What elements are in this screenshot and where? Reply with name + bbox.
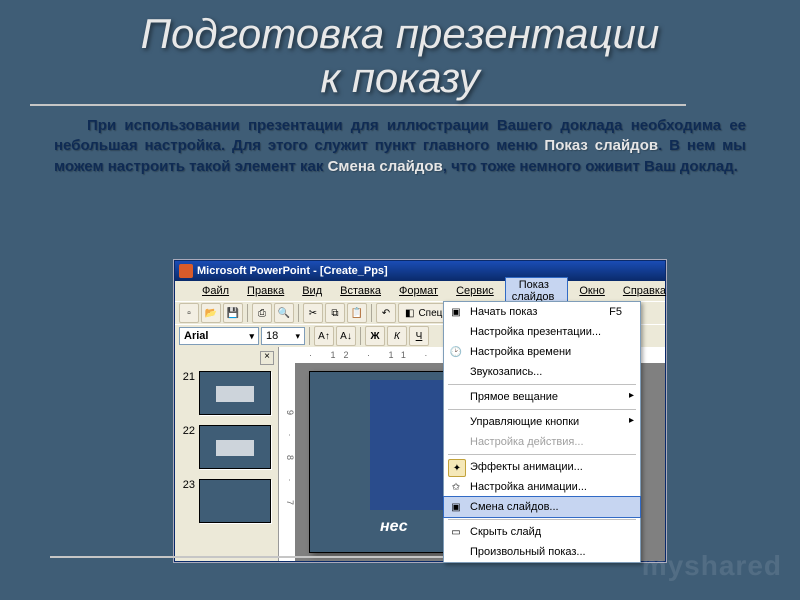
menu-item-broadcast[interactable]: Прямое вещание [444, 387, 640, 407]
star-icon: ✩ [448, 479, 464, 495]
title-line2: к показу [320, 54, 479, 101]
copy-icon[interactable]: ⧉ [325, 303, 345, 323]
slide-text: нес [380, 518, 408, 536]
keyword-transition: Смена слайдов [328, 158, 443, 175]
underline-icon[interactable]: Ч [409, 326, 429, 346]
slide-thumb[interactable] [199, 479, 271, 523]
thumb-number: 23 [179, 479, 195, 491]
menu-view[interactable]: Вид [295, 283, 329, 299]
menu-item-action-buttons[interactable]: Управляющие кнопки [444, 412, 640, 432]
bold-icon[interactable]: Ж [365, 326, 385, 346]
menu-separator [448, 519, 636, 520]
menu-item-record[interactable]: Звукозапись... [444, 362, 640, 382]
font-selector[interactable]: Arial▾ [179, 327, 259, 345]
menu-file[interactable]: Файл [195, 283, 236, 299]
menu-item-custom-animation[interactable]: ✩ Настройка анимации... [444, 477, 640, 497]
cut-icon[interactable]: ✂ [303, 303, 323, 323]
powerpoint-icon [179, 264, 193, 278]
menu-item-custom-show[interactable]: Произвольный показ... [444, 542, 640, 562]
play-icon: ▣ [448, 304, 464, 320]
watermark: myshared [642, 550, 782, 582]
title-rule [30, 104, 686, 106]
preview-icon[interactable]: 🔍 [274, 303, 294, 323]
ruler-vertical: 9 · 8 · 7 [279, 363, 295, 561]
transition-icon: ▣ [448, 499, 464, 515]
clock-icon: 🕑 [448, 344, 464, 360]
italic-icon[interactable]: К [387, 326, 407, 346]
menu-item-slide-transition[interactable]: ▣ Смена слайдов... [443, 496, 641, 518]
shortcut-label: F5 [609, 306, 622, 318]
thumb-row[interactable]: 21 [179, 371, 274, 415]
menu-separator [448, 409, 636, 410]
effects-icon: ✦ [448, 459, 466, 477]
menu-separator [448, 384, 636, 385]
menu-item-rehearse[interactable]: 🕑 Настройка времени [444, 342, 640, 362]
slide-thumb[interactable] [199, 371, 271, 415]
thumb-number: 21 [179, 371, 195, 383]
window-titlebar: Microsoft PowerPoint - [Create_Pps] [175, 261, 665, 281]
thumb-number: 22 [179, 425, 195, 437]
menu-tools[interactable]: Сервис [449, 283, 501, 299]
new-icon[interactable]: ▫ [179, 303, 199, 323]
menu-item-setup-show[interactable]: Настройка презентации... [444, 322, 640, 342]
thumb-row[interactable]: 23 [179, 479, 274, 523]
menu-bar: Файл Правка Вид Вставка Формат Сервис По… [175, 281, 665, 301]
title-line1: Подготовка презентации [141, 10, 660, 57]
decrease-font-icon[interactable]: A↓ [336, 326, 356, 346]
menu-item-action-settings: Настройка действия... [444, 432, 640, 452]
hide-icon: ▭ [448, 524, 464, 540]
powerpoint-window: Microsoft PowerPoint - [Create_Pps] Файл… [174, 260, 666, 562]
print-icon[interactable]: ⎙ [252, 303, 272, 323]
menu-help[interactable]: Справка [616, 283, 673, 299]
slide-title: Подготовка презентации к показу [0, 0, 800, 104]
paste-icon[interactable]: 📋 [347, 303, 367, 323]
font-size-selector[interactable]: 18▾ [261, 327, 305, 345]
window-title: Microsoft PowerPoint - [Create_Pps] [197, 265, 388, 277]
menu-window[interactable]: Окно [572, 283, 612, 299]
increase-font-icon[interactable]: A↑ [314, 326, 334, 346]
body-post: , что тоже немного оживит Ваш доклад. [443, 158, 738, 175]
chevron-down-icon: ▾ [249, 331, 254, 342]
thumb-row[interactable]: 22 [179, 425, 274, 469]
menu-item-hide-slide[interactable]: ▭ Скрыть слайд [444, 522, 640, 542]
thumbnail-pane: × 21 22 23 [175, 347, 279, 561]
save-icon[interactable]: 💾 [223, 303, 243, 323]
chevron-down-icon: ▾ [295, 331, 300, 342]
open-icon[interactable]: 📂 [201, 303, 221, 323]
close-pane-icon[interactable]: × [260, 351, 274, 365]
menu-separator [448, 454, 636, 455]
body-text: При использовании презентации для иллюст… [54, 116, 746, 177]
menu-edit[interactable]: Правка [240, 283, 291, 299]
keyword-slideshow: Показ слайдов [544, 137, 658, 154]
menu-item-animation-effects[interactable]: ✦ Эффекты анимации... [444, 457, 640, 477]
slideshow-menu: ▣ Начать показ F5 Настройка презентации.… [443, 301, 641, 563]
menu-format[interactable]: Формат [392, 283, 445, 299]
menu-item-start-show[interactable]: ▣ Начать показ F5 [444, 302, 640, 322]
undo-icon[interactable]: ↶ [376, 303, 396, 323]
slide-thumb[interactable] [199, 425, 271, 469]
menu-insert[interactable]: Вставка [333, 283, 388, 299]
